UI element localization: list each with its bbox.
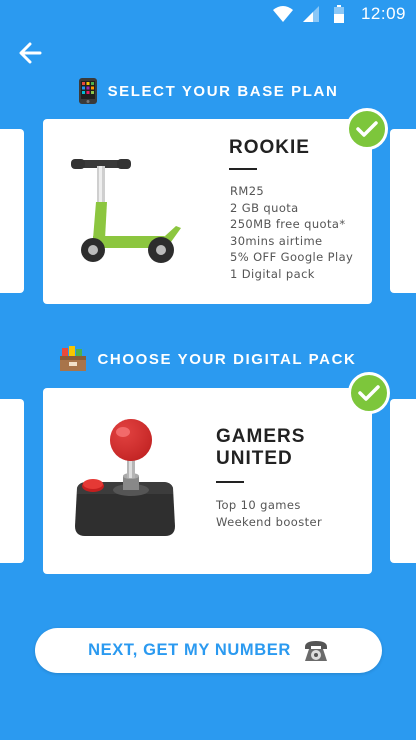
- status-bar: 12:09: [0, 0, 416, 28]
- next-plan-card[interactable]: [390, 129, 416, 293]
- status-time: 12:09: [360, 4, 406, 23]
- prev-plan-card[interactable]: [0, 129, 24, 293]
- divider: [229, 168, 257, 170]
- divider: [216, 481, 244, 483]
- battery-icon: [329, 5, 349, 23]
- pack-details: Top 10 games Weekend booster: [216, 497, 322, 530]
- section-title-base-plan: SELECT YOUR BASE PLAN: [0, 76, 416, 106]
- plan-detail-line: RM25: [230, 184, 265, 198]
- section-title-text: SELECT YOUR BASE PLAN: [107, 82, 339, 100]
- wifi-icon: [272, 5, 293, 23]
- next-button-label: NEXT, GET MY NUMBER: [88, 641, 291, 659]
- back-button[interactable]: [14, 38, 46, 68]
- plan-card-rookie[interactable]: ROOKIE RM25 2 GB quota 250MB free quota*…: [43, 119, 372, 304]
- check-icon: [346, 108, 388, 150]
- plan-detail-line: 1 Digital pack: [230, 266, 315, 281]
- section-title-digital-pack: CHOOSE YOUR DIGITAL PACK: [0, 344, 416, 374]
- plan-detail-line: 2 GB quota: [230, 200, 299, 215]
- next-pack-card[interactable]: [390, 399, 416, 563]
- scooter-illustration: [71, 154, 186, 274]
- pack-detail-line: Top 10 games: [216, 498, 301, 512]
- plan-detail-line: 5% OFF Google Play: [230, 250, 354, 265]
- mobile-phone-icon: [78, 77, 98, 105]
- package-box-icon: [59, 346, 88, 372]
- pack-name-line: UNITED: [216, 448, 293, 469]
- section-title-text: CHOOSE YOUR DIGITAL PACK: [97, 350, 357, 368]
- cell-signal-icon: [301, 5, 321, 23]
- next-get-my-number-button[interactable]: NEXT, GET MY NUMBER: [35, 628, 382, 673]
- pack-name-line: GAMERS: [216, 426, 306, 447]
- joystick-illustration: [71, 418, 181, 545]
- plan-name: ROOKIE: [229, 137, 310, 158]
- arrow-left-icon: [19, 42, 42, 64]
- check-icon: [348, 372, 390, 414]
- pack-card-gamers-united[interactable]: GAMERS UNITED Top 10 games Weekend boost…: [43, 388, 372, 574]
- telephone-icon: [303, 639, 329, 663]
- plan-detail-line: 30mins airtime: [230, 233, 323, 248]
- prev-pack-card[interactable]: [0, 399, 24, 563]
- plan-detail-line: 250MB free quota*: [230, 217, 346, 232]
- pack-name: GAMERS UNITED: [216, 426, 305, 470]
- pack-detail-line: Weekend booster: [216, 514, 323, 529]
- plan-details: RM25 2 GB quota 250MB free quota* 30mins…: [230, 183, 353, 283]
